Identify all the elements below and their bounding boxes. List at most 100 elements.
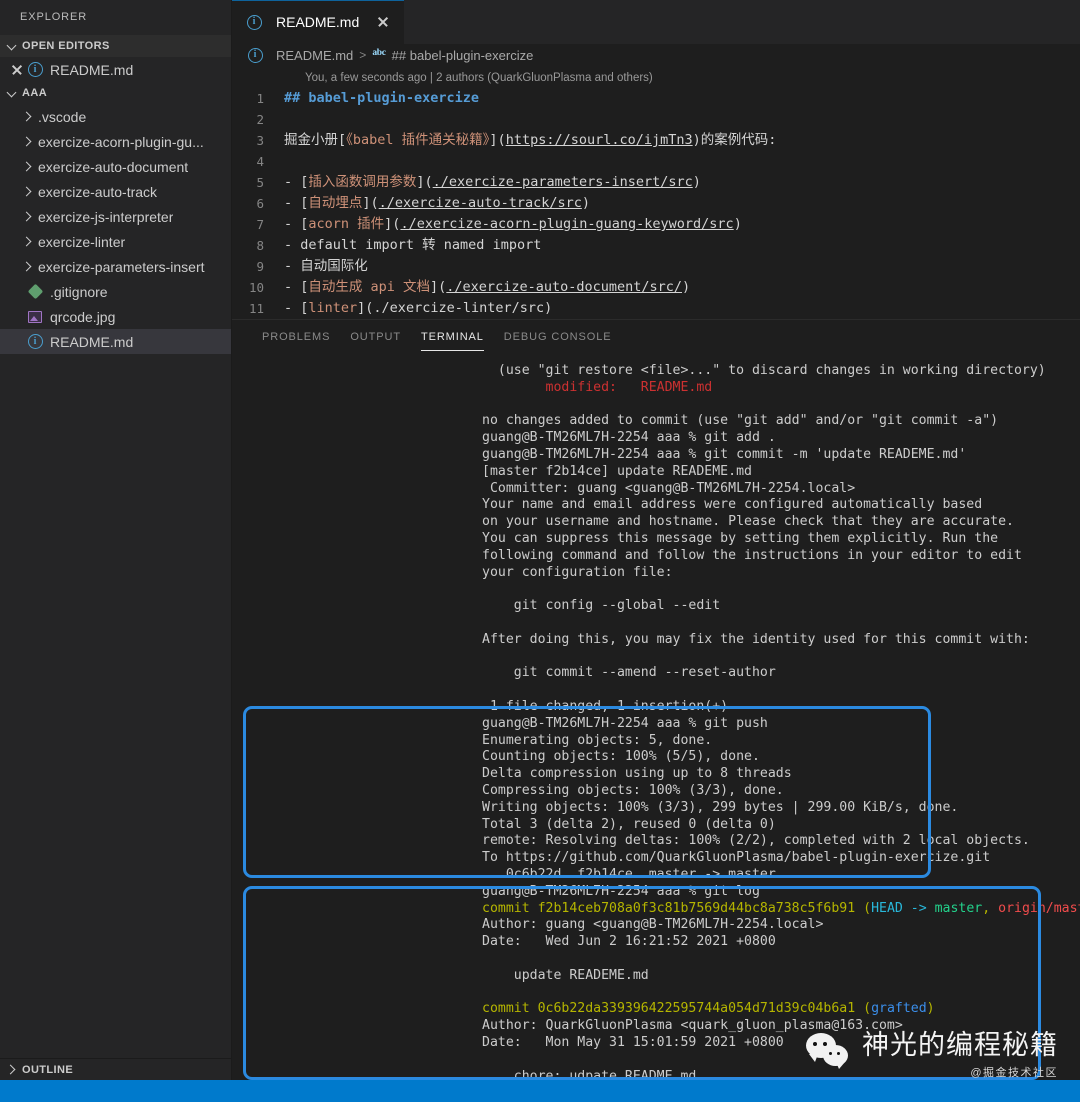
code-text: - [linter](./exercize-linter/src) <box>284 298 552 319</box>
info-icon: i <box>26 333 44 351</box>
code-lines: 1## babel-plugin-exercize23掘金小册[《babel 插… <box>232 88 1080 319</box>
line-number: 1 <box>232 88 284 109</box>
terminal-line: remote: Resolving deltas: 100% (2/2), co… <box>232 833 1080 850</box>
tree-item-label: qrcode.jpg <box>50 309 115 325</box>
section-workspace-aaa[interactable]: AAA <box>0 82 231 104</box>
terminal-line: your configuration file: <box>232 565 1080 582</box>
terminal-line: on your username and hostname. Please ch… <box>232 514 1080 531</box>
terminal-line <box>232 649 1080 666</box>
terminal-line: Writing objects: 100% (3/3), 299 bytes |… <box>232 800 1080 817</box>
terminal-line: Delta compression using up to 8 threads <box>232 766 1080 783</box>
code-editor[interactable]: You, a few seconds ago | 2 authors (Quar… <box>232 67 1080 319</box>
terminal-line: guang@B-TM26ML7H-2254 aaa % git add . <box>232 430 1080 447</box>
tree-item-auto-track[interactable]: exercize-auto-track <box>0 179 231 204</box>
status-bar <box>0 1080 1080 1102</box>
info-icon: i <box>246 46 264 64</box>
panel-tab-bar: PROBLEMSOUTPUTTERMINALDEBUG CONSOLE <box>232 320 1080 355</box>
terminal-line: guang@B-TM26ML7H-2254 aaa % git commit -… <box>232 447 1080 464</box>
tree-item-linter[interactable]: exercize-linter <box>0 229 231 254</box>
image-icon <box>26 308 44 326</box>
close-icon[interactable] <box>374 13 392 31</box>
tab-readme-md[interactable]: i README.md <box>232 0 404 44</box>
code-line: 9- 自动国际化 <box>232 256 1080 277</box>
chevron-down-icon <box>4 38 20 54</box>
tree-item-label: .gitignore <box>50 284 108 300</box>
panel-tab-output[interactable]: OUTPUT <box>340 320 411 355</box>
tree-item-js-interpreter[interactable]: exercize-js-interpreter <box>0 204 231 229</box>
code-line: 1## babel-plugin-exercize <box>232 88 1080 109</box>
tree-item-label: exercize-auto-track <box>38 184 157 200</box>
breadcrumb[interactable]: i README.md > abc ## babel-plugin-exerci… <box>232 44 1080 67</box>
terminal-line <box>232 951 1080 968</box>
tab-label: README.md <box>276 14 359 30</box>
terminal-line: Counting objects: 100% (5/5), done. <box>232 749 1080 766</box>
tree-item-readme-md[interactable]: i README.md <box>0 329 231 354</box>
code-text: - [自动生成 api 文档](./exercize-auto-document… <box>284 277 690 298</box>
panel-tab-terminal[interactable]: TERMINAL <box>411 320 494 355</box>
chevron-right-icon <box>20 134 36 150</box>
tree-item-label: exercize-linter <box>38 234 125 250</box>
code-line: 6- [自动埋点](./exercize-auto-track/src) <box>232 193 1080 214</box>
terminal-line: (use "git restore <file>..." to discard … <box>232 363 1080 380</box>
section-open-editors-label: OPEN EDITORS <box>22 40 110 52</box>
line-number: 3 <box>232 130 284 151</box>
terminal-line: git config --global --edit <box>232 598 1080 615</box>
terminal-line: 0c6b22d..f2b14ce master -> master <box>232 867 1080 884</box>
tree-item-label: README.md <box>50 334 133 350</box>
tree-item-acorn-plugin[interactable]: exercize-acorn-plugin-gu... <box>0 129 231 154</box>
workbench-body: EXPLORER OPEN EDITORS i README.md AAA .v… <box>0 0 1080 1080</box>
terminal-line: To https://github.com/QuarkGluonPlasma/b… <box>232 850 1080 867</box>
terminal-line: Compressing objects: 100% (3/3), done. <box>232 783 1080 800</box>
terminal-lines: (use "git restore <file>..." to discard … <box>232 363 1080 1080</box>
line-number: 4 <box>232 151 284 172</box>
code-line: 2 <box>232 109 1080 130</box>
abc-icon: abc <box>372 48 385 58</box>
terminal-line: modified: README.md <box>232 380 1080 397</box>
tree-item-qrcode-jpg[interactable]: qrcode.jpg <box>0 304 231 329</box>
line-number: 9 <box>232 256 284 277</box>
chevron-right-icon: > <box>359 48 366 62</box>
explorer-sidebar: EXPLORER OPEN EDITORS i README.md AAA .v… <box>0 0 232 1080</box>
section-workspace-label: AAA <box>22 87 47 99</box>
code-text: - 自动国际化 <box>284 256 368 277</box>
tree-item-gitignore[interactable]: .gitignore <box>0 279 231 304</box>
editor-area: i README.md i README.md > abc ## babel-p… <box>232 0 1080 1080</box>
tree-item-auto-document[interactable]: exercize-auto-document <box>0 154 231 179</box>
terminal-line: Date: Mon May 31 15:01:59 2021 +0800 <box>232 1035 1080 1052</box>
panel-tab-debug-console[interactable]: DEBUG CONSOLE <box>494 320 622 355</box>
code-line: 8- default import 转 named import <box>232 235 1080 256</box>
breadcrumb-symbol[interactable]: ## babel-plugin-exercize <box>392 48 534 63</box>
panel-tab-problems[interactable]: PROBLEMS <box>252 320 340 355</box>
chevron-right-icon <box>20 209 36 225</box>
terminal-line: [master f2b14ce] update READEME.md <box>232 464 1080 481</box>
bottom-panel: PROBLEMSOUTPUTTERMINALDEBUG CONSOLE (use… <box>232 319 1080 1080</box>
terminal-line: Author: QuarkGluonPlasma <quark_gluon_pl… <box>232 1018 1080 1035</box>
chevron-right-icon <box>20 109 36 125</box>
close-icon[interactable] <box>8 61 26 79</box>
terminal-line <box>232 985 1080 1002</box>
code-text: - [acorn 插件](./exercize-acorn-plugin-gua… <box>284 214 742 235</box>
terminal-line: guang@B-TM26ML7H-2254 aaa % git push <box>232 716 1080 733</box>
editor-codelens: You, a few seconds ago | 2 authors (Quar… <box>232 69 1080 88</box>
terminal-line: Date: Wed Jun 2 16:21:52 2021 +0800 <box>232 934 1080 951</box>
code-line: 3掘金小册[《babel 插件通关秘籍》](https://sourl.co/i… <box>232 130 1080 151</box>
tree-item-label: exercize-acorn-plugin-gu... <box>38 134 204 150</box>
breadcrumb-file[interactable]: README.md <box>276 48 353 63</box>
chevron-right-icon <box>20 159 36 175</box>
section-outline[interactable]: OUTLINE <box>0 1058 231 1080</box>
section-open-editors[interactable]: OPEN EDITORS <box>0 35 231 57</box>
open-editor-readme[interactable]: i README.md <box>0 57 231 82</box>
code-text: - [自动埋点](./exercize-auto-track/src) <box>284 193 590 214</box>
tree-item-vscode[interactable]: .vscode <box>0 104 231 129</box>
terminal-line: You can suppress this message by setting… <box>232 531 1080 548</box>
git-icon <box>26 283 44 301</box>
code-line: 7- [acorn 插件](./exercize-acorn-plugin-gu… <box>232 214 1080 235</box>
terminal-output[interactable]: (use "git restore <file>..." to discard … <box>232 355 1080 1080</box>
terminal-line: Your name and email address were configu… <box>232 497 1080 514</box>
explorer-title: EXPLORER <box>0 0 231 35</box>
terminal-line: Total 3 (delta 2), reused 0 (delta 0) <box>232 817 1080 834</box>
vscode-window: EXPLORER OPEN EDITORS i README.md AAA .v… <box>0 0 1080 1102</box>
tree-item-parameters-insert[interactable]: exercize-parameters-insert <box>0 254 231 279</box>
code-text: ## babel-plugin-exercize <box>284 88 479 109</box>
tree-item-label: exercize-js-interpreter <box>38 209 173 225</box>
